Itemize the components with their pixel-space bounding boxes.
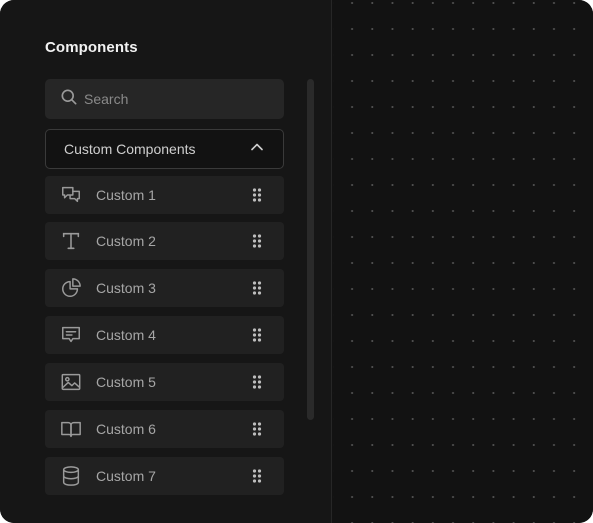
database-icon: [60, 465, 82, 487]
text-type-icon: [60, 230, 82, 252]
panel-scrollbar[interactable]: [307, 79, 314, 420]
component-label: Custom 2: [96, 233, 156, 249]
component-label: Custom 5: [96, 374, 156, 390]
book-open-icon: [60, 418, 82, 440]
search-box[interactable]: [45, 79, 284, 119]
component-label: Custom 7: [96, 468, 156, 484]
component-item-custom-7[interactable]: Custom 7: [45, 457, 284, 495]
component-label: Custom 1: [96, 187, 156, 203]
component-label: Custom 3: [96, 280, 156, 296]
drag-handle-icon[interactable]: [252, 188, 262, 202]
panel-title: Components: [45, 39, 138, 56]
dotted-canvas[interactable]: [333, 0, 593, 523]
component-item-custom-4[interactable]: Custom 4: [45, 316, 284, 354]
component-label: Custom 4: [96, 327, 156, 343]
app-window: Components Custom Components: [0, 0, 593, 523]
component-item-custom-5[interactable]: Custom 5: [45, 363, 284, 401]
drag-handle-icon[interactable]: [252, 469, 262, 483]
component-item-custom-6[interactable]: Custom 6: [45, 410, 284, 448]
search-input[interactable]: [84, 91, 274, 107]
components-panel: Components Custom Components: [0, 0, 332, 523]
component-item-custom-2[interactable]: Custom 2: [45, 222, 284, 260]
drag-handle-icon[interactable]: [252, 422, 262, 436]
drag-handle-icon[interactable]: [252, 234, 262, 248]
drag-handle-icon[interactable]: [252, 328, 262, 342]
drag-handle-icon[interactable]: [252, 375, 262, 389]
component-label: Custom 6: [96, 421, 156, 437]
search-icon: [59, 87, 79, 112]
component-item-custom-3[interactable]: Custom 3: [45, 269, 284, 307]
component-item-custom-1[interactable]: Custom 1: [45, 176, 284, 214]
group-label: Custom Components: [64, 141, 196, 157]
chevron-up-icon[interactable]: [249, 139, 265, 160]
message-square-icon: [60, 324, 82, 346]
pie-chart-icon: [60, 277, 82, 299]
image-icon: [60, 371, 82, 393]
drag-handle-icon[interactable]: [252, 281, 262, 295]
chat-bubbles-icon: [60, 184, 82, 206]
custom-components-group-toggle[interactable]: Custom Components: [45, 129, 284, 169]
